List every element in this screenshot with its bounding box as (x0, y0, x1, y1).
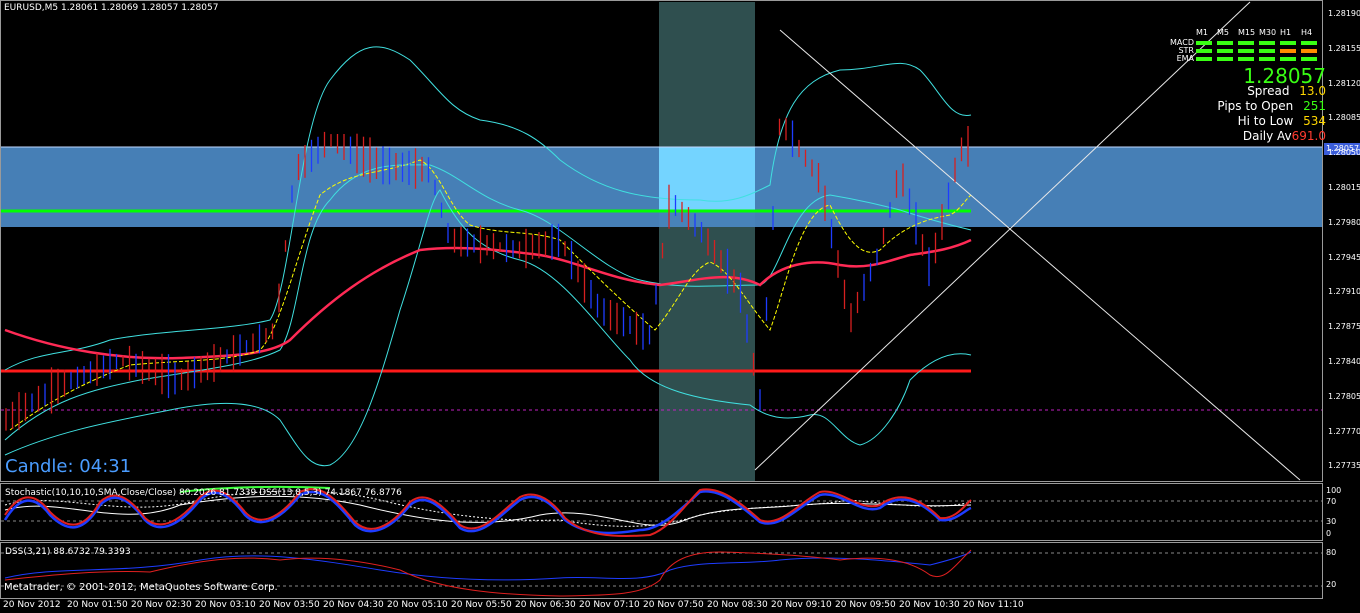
signal-cell (1280, 57, 1296, 61)
daily-av-label: Daily Av (1243, 129, 1292, 143)
signal-cell (1196, 41, 1212, 45)
bollinger-lower (5, 190, 971, 466)
signal-cell (1217, 49, 1233, 53)
dss-level-label: 20 (1326, 580, 1336, 589)
timeframe-m30: M30 (1259, 28, 1276, 37)
signal-cell (1259, 57, 1275, 61)
time-axis-label: 20 Nov 09:10 (771, 600, 832, 610)
signal-cell (1217, 57, 1233, 61)
stochastic-level-label: 100 (1326, 486, 1341, 495)
daily-av-value: 691.0 (1292, 129, 1326, 143)
time-axis-label: 20 Nov 04:30 (323, 600, 384, 610)
signal-cell (1259, 41, 1275, 45)
slow-ma (5, 240, 971, 358)
timeframe-h4: H4 (1301, 28, 1312, 37)
pips-to-open-row: Pips to Open 251 (1217, 99, 1326, 113)
stochastic-level-label: 0 (1326, 529, 1331, 538)
price-axis-label: 1.28015 (1328, 183, 1360, 192)
signal-cell (1280, 41, 1296, 45)
spread-value: 13.0 (1299, 84, 1326, 98)
spread-label: Spread (1247, 84, 1289, 98)
signal-cell (1301, 41, 1317, 45)
timeframe-m15: M15 (1238, 28, 1255, 37)
price-axis-label: 1.28120 (1328, 79, 1360, 88)
time-axis-label: 20 Nov 07:10 (579, 600, 640, 610)
timeframe-m5: M5 (1217, 28, 1229, 37)
signal-cell (1238, 57, 1254, 61)
time-axis-label: 20 Nov 05:50 (451, 600, 512, 610)
session-box (659, 2, 755, 481)
price-axis-label: 1.27945 (1328, 253, 1360, 262)
hi-to-low-value: 534 (1303, 114, 1326, 128)
signal-cell (1280, 49, 1296, 53)
timeframe-h1: H1 (1280, 28, 1291, 37)
main-chart[interactable] (0, 0, 1360, 613)
price-axis-label: 1.28155 (1328, 44, 1360, 53)
signal-cell (1301, 49, 1317, 53)
candle-timer: Candle: 04:31 (5, 456, 131, 477)
dss-level-label: 80 (1326, 548, 1336, 557)
hi-to-low-row: Hi to Low 534 (1238, 114, 1326, 128)
price-axis-label: 1.28050 (1328, 148, 1360, 157)
price-axis-label: 1.28085 (1328, 113, 1360, 122)
time-axis-label: 20 Nov 08:30 (707, 600, 768, 610)
pips-to-open-label: Pips to Open (1217, 99, 1293, 113)
time-axis-label: 20 Nov 03:10 (195, 600, 256, 610)
time-axis-label: 20 Nov 05:10 (387, 600, 448, 610)
daily-av-row: Daily Av691.0 (1243, 129, 1326, 143)
price-axis-label: 1.27735 (1328, 461, 1360, 470)
signal-cell (1301, 57, 1317, 61)
signal-row-ema: EMA (1160, 54, 1194, 63)
spread-row: Spread 13.0 (1247, 84, 1326, 98)
signal-cell (1217, 41, 1233, 45)
signal-cell (1196, 57, 1212, 61)
time-axis-label: 20 Nov 07:50 (643, 600, 704, 610)
stochastic-label: Stochastic(10,10,10,SMA,Close/Close) 80.… (5, 488, 402, 498)
time-axis-label: 20 Nov 10:30 (899, 600, 960, 610)
time-axis-label: 20 Nov 2012 (3, 600, 61, 610)
price-axis-label: 1.27910 (1328, 287, 1360, 296)
signal-cell (1238, 49, 1254, 53)
stochastic-level-label: 30 (1326, 517, 1336, 526)
hi-to-low-label: Hi to Low (1238, 114, 1294, 128)
price-axis-label: 1.27875 (1328, 322, 1360, 331)
signal-cell (1238, 41, 1254, 45)
info-panel: M1M5M15M30H1H4 MACDSTREMA 1.28057 Spread… (1160, 26, 1326, 144)
price-axis-label: 1.27770 (1328, 427, 1360, 436)
time-axis-label: 20 Nov 03:50 (259, 600, 320, 610)
time-axis-label: 20 Nov 09:50 (835, 600, 896, 610)
price-axis-label: 1.27805 (1328, 392, 1360, 401)
timeframe-m1: M1 (1196, 28, 1208, 37)
price-axis-label: 1.27980 (1328, 218, 1360, 227)
symbol-header: EURUSD,M5 1.28061 1.28069 1.28057 1.2805… (4, 3, 218, 13)
price-axis-label: 1.27840 (1328, 357, 1360, 366)
price-axis-label: 1.28190 (1328, 9, 1360, 18)
signal-cell (1196, 49, 1212, 53)
time-axis-label: 20 Nov 01:50 (67, 600, 128, 610)
time-axis-label: 20 Nov 02:30 (131, 600, 192, 610)
dss-label: DSS(3,21) 88.6732 79.3393 (5, 547, 131, 557)
time-axis-label: 20 Nov 11:10 (963, 600, 1024, 610)
pips-to-open-value: 251 (1303, 99, 1326, 113)
dss-blue (5, 552, 971, 580)
time-axis-label: 20 Nov 06:30 (515, 600, 576, 610)
signal-cell (1259, 49, 1275, 53)
stochastic-level-label: 70 (1326, 497, 1336, 506)
copyright-text: Metatrader, © 2001-2012, MetaQuotes Soft… (4, 582, 278, 593)
